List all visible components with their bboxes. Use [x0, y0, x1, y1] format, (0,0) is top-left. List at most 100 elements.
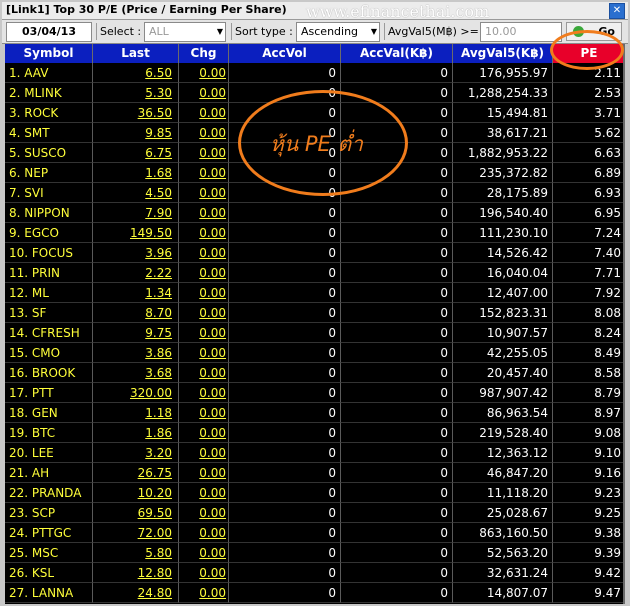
last-price-link[interactable]: 9.75 [93, 323, 179, 343]
change-link-text[interactable]: 0.00 [199, 66, 226, 80]
change-link-text[interactable]: 0.00 [199, 506, 226, 520]
change-link-text[interactable]: 0.00 [199, 326, 226, 340]
table-row[interactable]: 23. SCP 69.50 0.00 0 0 25,028.67 9.25 [5, 503, 625, 523]
last-price-link[interactable]: 3.86 [93, 343, 179, 363]
change-link-text[interactable]: 0.00 [199, 106, 226, 120]
last-price-link-text[interactable]: 3.96 [145, 246, 172, 260]
last-price-link-text[interactable]: 12.80 [138, 566, 172, 580]
last-price-link[interactable]: 69.50 [93, 503, 179, 523]
change-link-text[interactable]: 0.00 [199, 546, 226, 560]
change-link-text[interactable]: 0.00 [199, 526, 226, 540]
change-link-text[interactable]: 0.00 [199, 206, 226, 220]
table-row[interactable]: 1. AAV 6.50 0.00 0 0 176,955.97 2.11 [5, 63, 625, 83]
table-row[interactable]: 4. SMT 9.85 0.00 0 0 38,617.21 5.62 [5, 123, 625, 143]
column-header-pe[interactable]: PE [553, 44, 625, 63]
last-price-link[interactable]: 36.50 [93, 103, 179, 123]
column-header-avgval5[interactable]: AvgVal5(K฿) [453, 44, 553, 63]
change-link-text[interactable]: 0.00 [199, 426, 226, 440]
last-price-link-text[interactable]: 1.86 [145, 426, 172, 440]
scrollbar[interactable] [623, 44, 625, 604]
table-row[interactable]: 15. CMO 3.86 0.00 0 0 42,255.05 8.49 [5, 343, 625, 363]
last-price-link-text[interactable]: 1.18 [145, 406, 172, 420]
change-link[interactable]: 0.00 [179, 363, 229, 383]
change-link[interactable]: 0.00 [179, 503, 229, 523]
change-link-text[interactable]: 0.00 [199, 226, 226, 240]
table-row[interactable]: 26. KSL 12.80 0.00 0 0 32,631.24 9.42 [5, 563, 625, 583]
change-link[interactable]: 0.00 [179, 343, 229, 363]
sort-type-dropdown[interactable]: Ascending ▼ [296, 22, 380, 42]
date-field[interactable]: 03/04/13 [6, 22, 92, 42]
change-link[interactable]: 0.00 [179, 63, 229, 83]
last-price-link-text[interactable]: 7.90 [145, 206, 172, 220]
last-price-link-text[interactable]: 5.80 [145, 546, 172, 560]
table-row[interactable]: 5. SUSCO 6.75 0.00 0 0 1,882,953.22 6.63 [5, 143, 625, 163]
change-link[interactable]: 0.00 [179, 443, 229, 463]
change-link-text[interactable]: 0.00 [199, 346, 226, 360]
table-row[interactable]: 19. BTC 1.86 0.00 0 0 219,528.40 9.08 [5, 423, 625, 443]
change-link-text[interactable]: 0.00 [199, 486, 226, 500]
last-price-link[interactable]: 1.86 [93, 423, 179, 443]
table-row[interactable]: 24. PTTGC 72.00 0.00 0 0 863,160.50 9.38 [5, 523, 625, 543]
table-row[interactable]: 22. PRANDA 10.20 0.00 0 0 11,118.20 9.23 [5, 483, 625, 503]
last-price-link-text[interactable]: 1.34 [145, 286, 172, 300]
change-link[interactable]: 0.00 [179, 203, 229, 223]
column-header-accval[interactable]: AccVal(K฿) [341, 44, 453, 63]
last-price-link[interactable]: 149.50 [93, 223, 179, 243]
change-link[interactable]: 0.00 [179, 243, 229, 263]
last-price-link-text[interactable]: 24.80 [138, 586, 172, 600]
change-link[interactable]: 0.00 [179, 103, 229, 123]
table-row[interactable]: 3. ROCK 36.50 0.00 0 0 15,494.81 3.71 [5, 103, 625, 123]
change-link[interactable]: 0.00 [179, 183, 229, 203]
table-row[interactable]: 16. BROOK 3.68 0.00 0 0 20,457.40 8.58 [5, 363, 625, 383]
table-row[interactable]: 11. PRIN 2.22 0.00 0 0 16,040.04 7.71 [5, 263, 625, 283]
change-link-text[interactable]: 0.00 [199, 586, 226, 600]
column-header-chg[interactable]: Chg [179, 44, 229, 63]
table-row[interactable]: 2. MLINK 5.30 0.00 0 0 1,288,254.33 2.53 [5, 83, 625, 103]
change-link-text[interactable]: 0.00 [199, 306, 226, 320]
change-link-text[interactable]: 0.00 [199, 446, 226, 460]
last-price-link-text[interactable]: 6.75 [145, 146, 172, 160]
change-link[interactable]: 0.00 [179, 583, 229, 603]
last-price-link-text[interactable]: 9.85 [145, 126, 172, 140]
change-link[interactable]: 0.00 [179, 403, 229, 423]
close-icon[interactable]: ✕ [609, 3, 625, 19]
change-link-text[interactable]: 0.00 [199, 166, 226, 180]
column-header-last[interactable]: Last [93, 44, 179, 63]
change-link-text[interactable]: 0.00 [199, 406, 226, 420]
column-header-accvol[interactable]: AccVol [229, 44, 341, 63]
change-link[interactable]: 0.00 [179, 383, 229, 403]
change-link-text[interactable]: 0.00 [199, 186, 226, 200]
change-link[interactable]: 0.00 [179, 263, 229, 283]
change-link-text[interactable]: 0.00 [199, 266, 226, 280]
change-link[interactable]: 0.00 [179, 323, 229, 343]
last-price-link-text[interactable]: 69.50 [138, 506, 172, 520]
last-price-link-text[interactable]: 26.75 [138, 466, 172, 480]
last-price-link[interactable]: 6.50 [93, 63, 179, 83]
last-price-link[interactable]: 24.80 [93, 583, 179, 603]
table-row[interactable]: 10. FOCUS 3.96 0.00 0 0 14,526.42 7.40 [5, 243, 625, 263]
last-price-link[interactable]: 10.20 [93, 483, 179, 503]
last-price-link[interactable]: 3.20 [93, 443, 179, 463]
change-link-text[interactable]: 0.00 [199, 246, 226, 260]
table-row[interactable]: 18. GEN 1.18 0.00 0 0 86,963.54 8.97 [5, 403, 625, 423]
last-price-link[interactable]: 26.75 [93, 463, 179, 483]
select-dropdown[interactable]: ALL ▼ [144, 22, 226, 42]
last-price-link[interactable]: 9.85 [93, 123, 179, 143]
last-price-link[interactable]: 5.80 [93, 543, 179, 563]
table-row[interactable]: 6. NEP 1.68 0.00 0 0 235,372.82 6.89 [5, 163, 625, 183]
last-price-link[interactable]: 1.18 [93, 403, 179, 423]
change-link[interactable]: 0.00 [179, 143, 229, 163]
change-link[interactable]: 0.00 [179, 483, 229, 503]
last-price-link-text[interactable]: 320.00 [130, 386, 172, 400]
table-row[interactable]: 8. NIPPON 7.90 0.00 0 0 196,540.40 6.95 [5, 203, 625, 223]
go-button[interactable]: Go [566, 22, 622, 41]
change-link[interactable]: 0.00 [179, 163, 229, 183]
last-price-link-text[interactable]: 3.68 [145, 366, 172, 380]
change-link-text[interactable]: 0.00 [199, 86, 226, 100]
last-price-link-text[interactable]: 72.00 [138, 526, 172, 540]
change-link-text[interactable]: 0.00 [199, 286, 226, 300]
last-price-link[interactable]: 1.68 [93, 163, 179, 183]
change-link-text[interactable]: 0.00 [199, 146, 226, 160]
last-price-link[interactable]: 7.90 [93, 203, 179, 223]
change-link-text[interactable]: 0.00 [199, 126, 226, 140]
